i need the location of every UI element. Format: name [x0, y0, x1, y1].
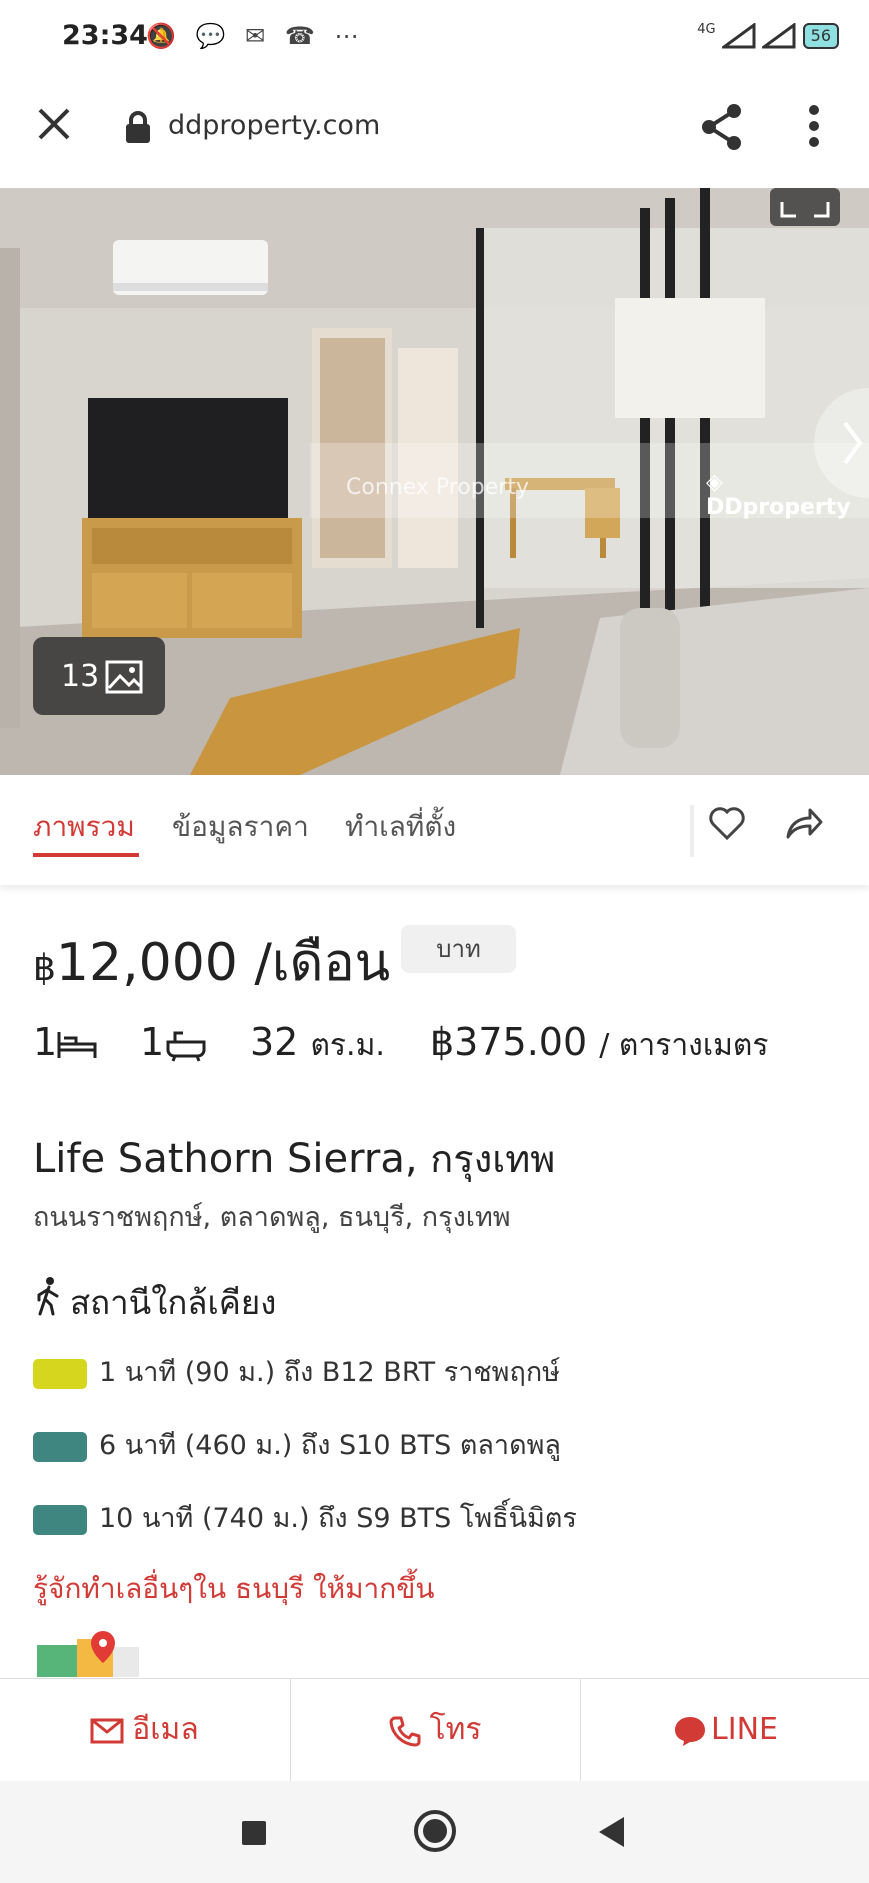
area-value: 32 [250, 1020, 299, 1064]
tabs-divider [690, 805, 694, 857]
gmail-icon: ✉ [245, 22, 272, 50]
price-amount: 12,000 [55, 933, 238, 993]
bedroom-count: 1 [33, 1020, 58, 1064]
email-icon [90, 1718, 124, 1743]
active-tab-indicator [33, 853, 139, 857]
call-label: โทร [429, 1712, 482, 1747]
area-size: 32 ตร.ม. [250, 1020, 385, 1069]
missed-call-icon: ☎ [284, 22, 321, 50]
listing-tabs: ภาพรวม ข้อมูลราคา ทำเลที่ตั้ง [0, 775, 869, 885]
mute-icon: 🔕 [146, 22, 182, 50]
call-button[interactable]: โทร [290, 1679, 580, 1781]
currency-toggle[interactable]: บาท [401, 925, 516, 973]
line-chat-icon [675, 1716, 706, 1746]
contact-actions: อีเมล โทร LINE [0, 1678, 869, 1782]
browser-toolbar: ddproperty.com [0, 78, 869, 189]
tab-overview[interactable]: ภาพรวม [33, 805, 135, 849]
url-domain[interactable]: ddproperty.com [168, 110, 380, 141]
tab-pricing[interactable]: ข้อมูลราคา [172, 805, 309, 849]
ddproperty-logo-text: DDproperty [706, 495, 851, 520]
share-arrow-icon[interactable] [784, 805, 824, 841]
line-label: LINE [711, 1712, 778, 1747]
project-address: ถนนราชพฤกษ์, ตลาดพลู, ธนบุรี, กรุงเทพ [33, 1202, 511, 1233]
more-notifications-icon: ⋯ [334, 22, 365, 50]
email-label: อีเมล [132, 1712, 199, 1747]
recent-apps-icon[interactable] [240, 1819, 268, 1847]
image-gallery-icon [105, 660, 143, 694]
share-icon[interactable] [700, 102, 744, 152]
price-period: /เดือน [254, 933, 391, 993]
project-city: กรุงเทพ [430, 1137, 556, 1181]
area-unit: ตร.ม. [310, 1028, 385, 1063]
email-button[interactable]: อีเมล [0, 1679, 289, 1781]
tab-location[interactable]: ทำเลที่ตั้ง [345, 805, 456, 849]
bathroom-count: 1 [140, 1020, 165, 1064]
photo-watermark: Connex Property [346, 475, 529, 500]
currency-symbol: ฿ [33, 948, 56, 989]
lock-icon [126, 111, 150, 143]
walking-icon [37, 1277, 59, 1316]
ddproperty-logo: ◈ DDproperty [706, 470, 869, 520]
project-name: Life Sathorn Sierra, [33, 1136, 418, 1182]
bed-icon [57, 1032, 97, 1058]
area-map-icon [37, 1631, 139, 1677]
price-per-sqm: ฿375.00 / ตารางเมตร [430, 1020, 768, 1069]
status-bar: 23:34 🔕 💬 ✉ ☎ ⋯ 4G 56 [0, 0, 869, 78]
system-navigation-bar [0, 1781, 869, 1883]
back-icon[interactable] [596, 1815, 626, 1849]
line-button[interactable]: LINE [580, 1679, 869, 1781]
bathtub-icon [166, 1031, 206, 1062]
station-item: 1 นาที (90 ม.) ถึง B12 BRT ราชพฤกษ์ [33, 1350, 560, 1393]
overflow-menu-icon[interactable] [806, 104, 822, 148]
nearby-stations-heading: สถานีใกล้เคียง [70, 1283, 277, 1322]
battery-indicator: 56 [802, 23, 839, 49]
favorite-heart-icon[interactable] [708, 805, 746, 841]
network-type: 4G [697, 22, 716, 37]
learn-more-link[interactable]: รู้จักทำเลอื่นๆใน ธนบุรี ให้มากขึ้น [33, 1567, 435, 1611]
station-color-swatch [33, 1358, 87, 1389]
station-text: 10 นาที (740 ม.) ถึง S9 BTS โพธิ์นิมิตร [99, 1503, 577, 1534]
station-item: 10 นาที (740 ม.) ถึง S9 BTS โพธิ์นิมิตร [33, 1496, 577, 1539]
close-icon[interactable] [34, 104, 74, 144]
line-app-icon: 💬 [195, 22, 232, 50]
station-color-swatch [33, 1504, 87, 1535]
station-item: 6 นาที (460 ม.) ถึง S10 BTS ตลาดพลู [33, 1423, 561, 1466]
ddproperty-logo-icon: ◈ [706, 470, 723, 495]
price-per-sqm-unit: / ตารางเมตร [599, 1028, 769, 1063]
signal-icon [719, 21, 756, 48]
listing-price: ฿12,000 /เดือน [33, 920, 390, 1003]
home-icon[interactable] [413, 1809, 457, 1853]
station-color-swatch [33, 1431, 87, 1462]
status-right: 4G 56 [697, 21, 839, 49]
photo-count-button[interactable]: 13 [33, 637, 165, 715]
photo-count: 13 [61, 659, 100, 694]
station-text: 6 นาที (460 ม.) ถึง S10 BTS ตลาดพลู [99, 1430, 561, 1461]
signal-icon [759, 21, 796, 48]
phone-icon [389, 1716, 421, 1746]
project-title: Life Sathorn Sierra, กรุงเทพ [33, 1128, 555, 1189]
notification-icons: 🔕 💬 ✉ ☎ ⋯ [146, 22, 364, 50]
station-text: 1 นาที (90 ม.) ถึง B12 BRT ราชพฤกษ์ [99, 1357, 560, 1388]
status-time: 23:34 [62, 20, 148, 51]
price-per-sqm-value: ฿375.00 [430, 1020, 588, 1064]
